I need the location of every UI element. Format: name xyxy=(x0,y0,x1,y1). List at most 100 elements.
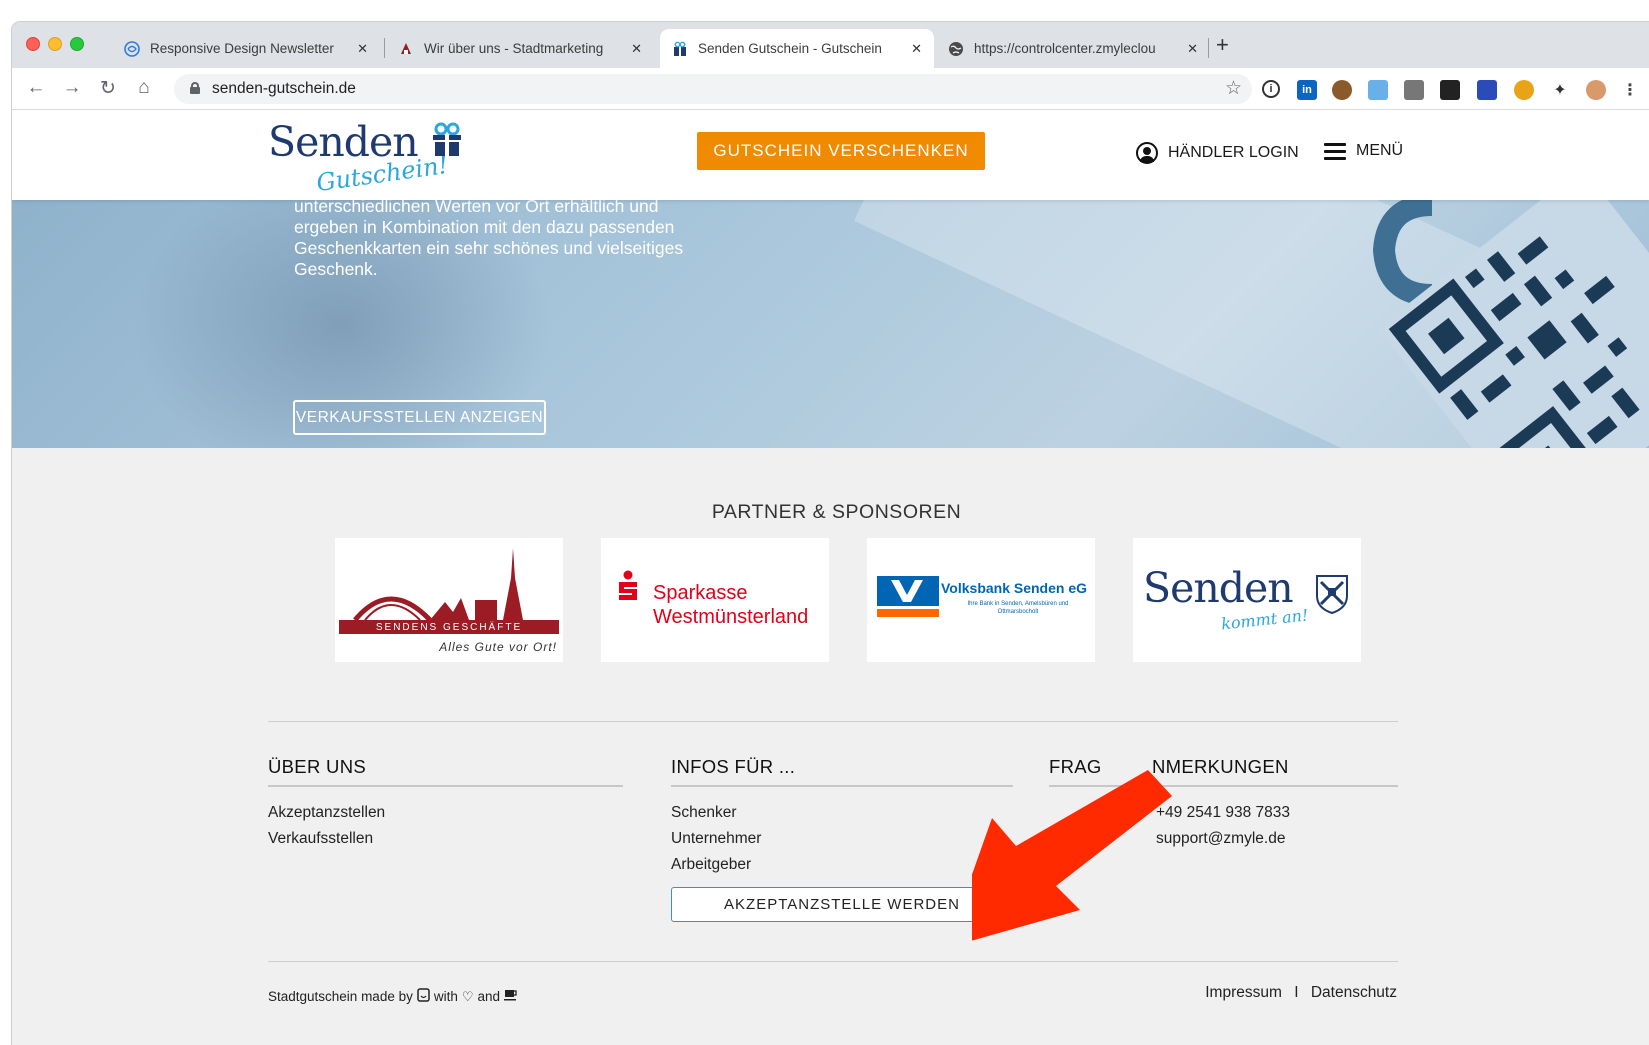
partners-heading: PARTNER & SPONSOREN xyxy=(711,501,962,523)
footer-divider xyxy=(268,721,1398,722)
partner-volksbank[interactable]: Volksbank Senden eG Ihre Bank in Senden,… xyxy=(867,538,1095,662)
login-label: HÄNDLER LOGIN xyxy=(1168,144,1299,161)
tab-close-icon[interactable]: ✕ xyxy=(1187,41,1198,57)
red-arrow-annotation xyxy=(972,770,1172,941)
infos-fuer-rule xyxy=(671,785,1013,787)
maximize-window-button[interactable] xyxy=(70,37,84,51)
browser-toolbar: ← → ↻ ⌂ senden-gutschein.de ☆ i in ✦ ⋮ xyxy=(12,68,1649,110)
forward-arrow-icon[interactable]: → xyxy=(60,77,84,99)
tab-separator xyxy=(384,38,385,58)
sparkasse-line1: Sparkasse xyxy=(653,582,748,604)
home-icon[interactable]: ⌂ xyxy=(132,77,156,99)
hero-banner: unterschiedlichen Werten vor Ort erhältl… xyxy=(12,200,1649,448)
link-unternehmer[interactable]: Unternehmer xyxy=(671,830,761,848)
zmyle-icon xyxy=(417,988,430,1005)
partner-sendens-geschaefte[interactable]: SENDENS GESCHÄFTE Alles Gute vor Ort! xyxy=(335,538,563,662)
puzzle-extension-icon[interactable]: ✦ xyxy=(1550,80,1570,100)
browser-window: Responsive Design Newsletter ✕ Wir über … xyxy=(12,22,1649,1045)
profile-avatar[interactable] xyxy=(1586,80,1606,100)
back-arrow-icon[interactable]: ← xyxy=(24,77,48,99)
datenschutz-link[interactable]: Datenschutz xyxy=(1311,984,1397,1001)
coffee-icon xyxy=(504,989,518,1004)
tab-stadtmarketing[interactable]: Wir über uns - Stadtmarketing ✕ xyxy=(386,29,654,68)
sparkasse-s-icon xyxy=(619,570,637,600)
user-icon xyxy=(1136,142,1158,164)
info-extension-icon[interactable]: i xyxy=(1262,80,1280,98)
linkedin-extension-icon[interactable]: in xyxy=(1297,80,1317,100)
contact-phone[interactable]: +49 2541 938 7833 xyxy=(1156,804,1290,822)
partner-sparkasse[interactable]: Sparkasse Westmünsterland xyxy=(601,538,829,662)
akzeptanzstelle-werden-button[interactable]: AKZEPTANZSTELLE WERDEN xyxy=(671,887,1013,922)
tab-title: Wir über uns - Stadtmarketing xyxy=(424,41,604,56)
made-by-credit: Stadtgutschein made by with ♡ and xyxy=(268,988,522,1005)
hero-description: unterschiedlichen Werten vor Ort erhältl… xyxy=(294,200,684,279)
volksbank-logo-icon xyxy=(877,576,939,617)
bookmark-star-icon[interactable]: ☆ xyxy=(1225,77,1242,100)
ueber-uns-rule xyxy=(268,785,623,787)
buffer-extension-icon[interactable] xyxy=(1440,80,1460,100)
made-by-text: Stadtgutschein made by xyxy=(268,989,413,1004)
menu-label: MENÜ xyxy=(1356,142,1404,159)
url-text[interactable]: senden-gutschein.de xyxy=(212,80,356,98)
sendens-tagline: Alles Gute vor Ort! xyxy=(439,640,557,654)
lock-icon xyxy=(190,82,200,94)
new-tab-button[interactable]: + xyxy=(1216,32,1229,58)
tab-close-icon[interactable]: ✕ xyxy=(631,41,642,57)
tab-close-icon[interactable]: ✕ xyxy=(911,41,922,57)
colors-extension-icon[interactable] xyxy=(1514,80,1534,100)
site-header: Senden Gutschein! GUTSCHEIN VERSCHENKEN … xyxy=(12,110,1649,200)
menu-button[interactable]: MENÜ xyxy=(1324,142,1403,160)
link-verkaufsstellen[interactable]: Verkaufsstellen xyxy=(268,830,373,848)
cookie-extension-icon[interactable] xyxy=(1332,80,1352,100)
sendens-banner-text: SENDENS GESCHÄFTE xyxy=(375,622,523,633)
tab-close-icon[interactable]: ✕ xyxy=(357,41,368,57)
screenshot-extension-icon[interactable] xyxy=(1368,80,1388,100)
volksbank-name: Volksbank Senden eG xyxy=(941,580,1088,596)
close-window-button[interactable] xyxy=(26,37,40,51)
ueber-uns-heading: ÜBER UNS xyxy=(268,756,366,777)
infos-fuer-heading: INFOS FÜR ... xyxy=(671,756,796,777)
globe-icon xyxy=(948,41,964,57)
minimize-window-button[interactable] xyxy=(48,37,62,51)
fragen-heading-right: NMERKUNGEN xyxy=(1152,756,1289,777)
gift-icon xyxy=(433,122,461,156)
page-viewport: Senden Gutschein! GUTSCHEIN VERSCHENKEN … xyxy=(12,110,1649,1045)
footer-bottom-divider xyxy=(268,961,1398,962)
link-arbeitgeber[interactable]: Arbeitgeber xyxy=(671,856,751,874)
impressum-link[interactable]: Impressum xyxy=(1205,984,1282,1001)
legal-separator: I xyxy=(1294,984,1299,1001)
link-akzeptanzstellen[interactable]: Akzeptanzstellen xyxy=(268,804,385,822)
heart-icon: ♡ xyxy=(461,988,474,1004)
tab-controlcenter[interactable]: https://controlcenter.zmyleclou ✕ xyxy=(936,29,1210,68)
sparkasse-line2: Westmünsterland xyxy=(653,606,809,628)
reload-icon[interactable]: ↻ xyxy=(96,77,120,100)
design-swirl-icon xyxy=(124,40,140,57)
address-bar[interactable]: senden-gutschein.de ☆ xyxy=(174,74,1252,104)
og-extension-icon[interactable] xyxy=(1477,80,1497,100)
senden-coat-of-arms-icon xyxy=(1316,575,1348,614)
stadtmarketing-icon xyxy=(398,41,414,57)
tab-title: Responsive Design Newsletter xyxy=(150,41,334,56)
volksbank-tagline: Ihre Bank in Senden, Amelsbüren und Ottm… xyxy=(967,601,1069,615)
gutschein-verschenken-button[interactable]: GUTSCHEIN VERSCHENKEN xyxy=(697,132,985,170)
legal-links: Impressum I Datenschutz xyxy=(1205,984,1397,1002)
kebab-menu-icon[interactable]: ⋮ xyxy=(1620,80,1640,100)
verkaufsstellen-anzeigen-button[interactable]: VERKAUFSSTELLEN ANZEIGEN xyxy=(293,400,546,435)
tab-title: https://controlcenter.zmyleclou xyxy=(974,41,1156,56)
with-text: with xyxy=(433,989,458,1004)
partner-senden-kommt-an[interactable]: Senden kommt an! xyxy=(1133,538,1361,662)
tab-separator xyxy=(1208,38,1209,58)
contact-email[interactable]: support@zmyle.de xyxy=(1156,830,1285,848)
page-extension-icon[interactable] xyxy=(1404,80,1424,100)
senden-word: Senden xyxy=(1143,564,1294,612)
tab-title: Senden Gutschein - Gutschein xyxy=(698,41,882,56)
gift-icon xyxy=(672,41,688,57)
tab-strip: Responsive Design Newsletter ✕ Wir über … xyxy=(12,22,1649,68)
and-text: and xyxy=(477,989,501,1004)
tab-senden-gutschein[interactable]: Senden Gutschein - Gutschein ✕ xyxy=(660,29,934,68)
link-schenker[interactable]: Schenker xyxy=(671,804,736,822)
senden-gutschein-logo[interactable]: Senden Gutschein! xyxy=(268,118,468,197)
haendler-login-link[interactable]: HÄNDLER LOGIN xyxy=(1136,142,1299,164)
hamburger-icon xyxy=(1324,142,1346,160)
tab-responsive-design[interactable]: Responsive Design Newsletter ✕ xyxy=(112,29,380,68)
